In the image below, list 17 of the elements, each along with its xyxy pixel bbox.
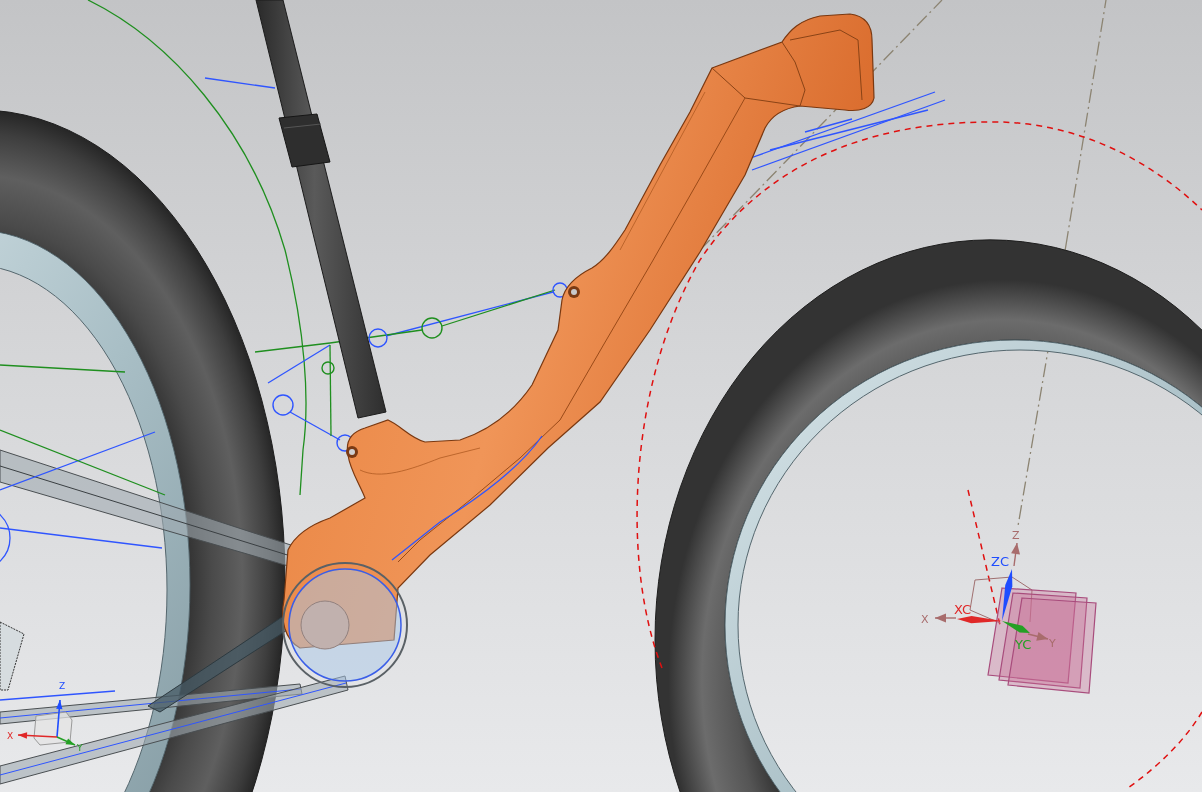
axis-label: YC <box>1015 637 1032 652</box>
axis-label: Z <box>59 681 66 691</box>
joint-circle <box>321 361 335 375</box>
translucent-panel <box>0 621 25 691</box>
axis-label: Y <box>77 743 83 753</box>
wireframe-outline <box>969 576 1033 624</box>
axis-label: X <box>921 613 929 626</box>
joint-circle <box>368 328 388 348</box>
translucent-cube <box>33 711 73 746</box>
axis-label: XC <box>954 602 972 617</box>
axis-label: Z <box>1012 529 1020 542</box>
sketch-line <box>204 77 276 89</box>
axis-label: ZC <box>991 554 1009 569</box>
joint-circle <box>421 317 443 339</box>
joint-circle <box>272 394 294 416</box>
axis-label: X <box>7 731 14 741</box>
axis-label: Y <box>1049 637 1056 650</box>
